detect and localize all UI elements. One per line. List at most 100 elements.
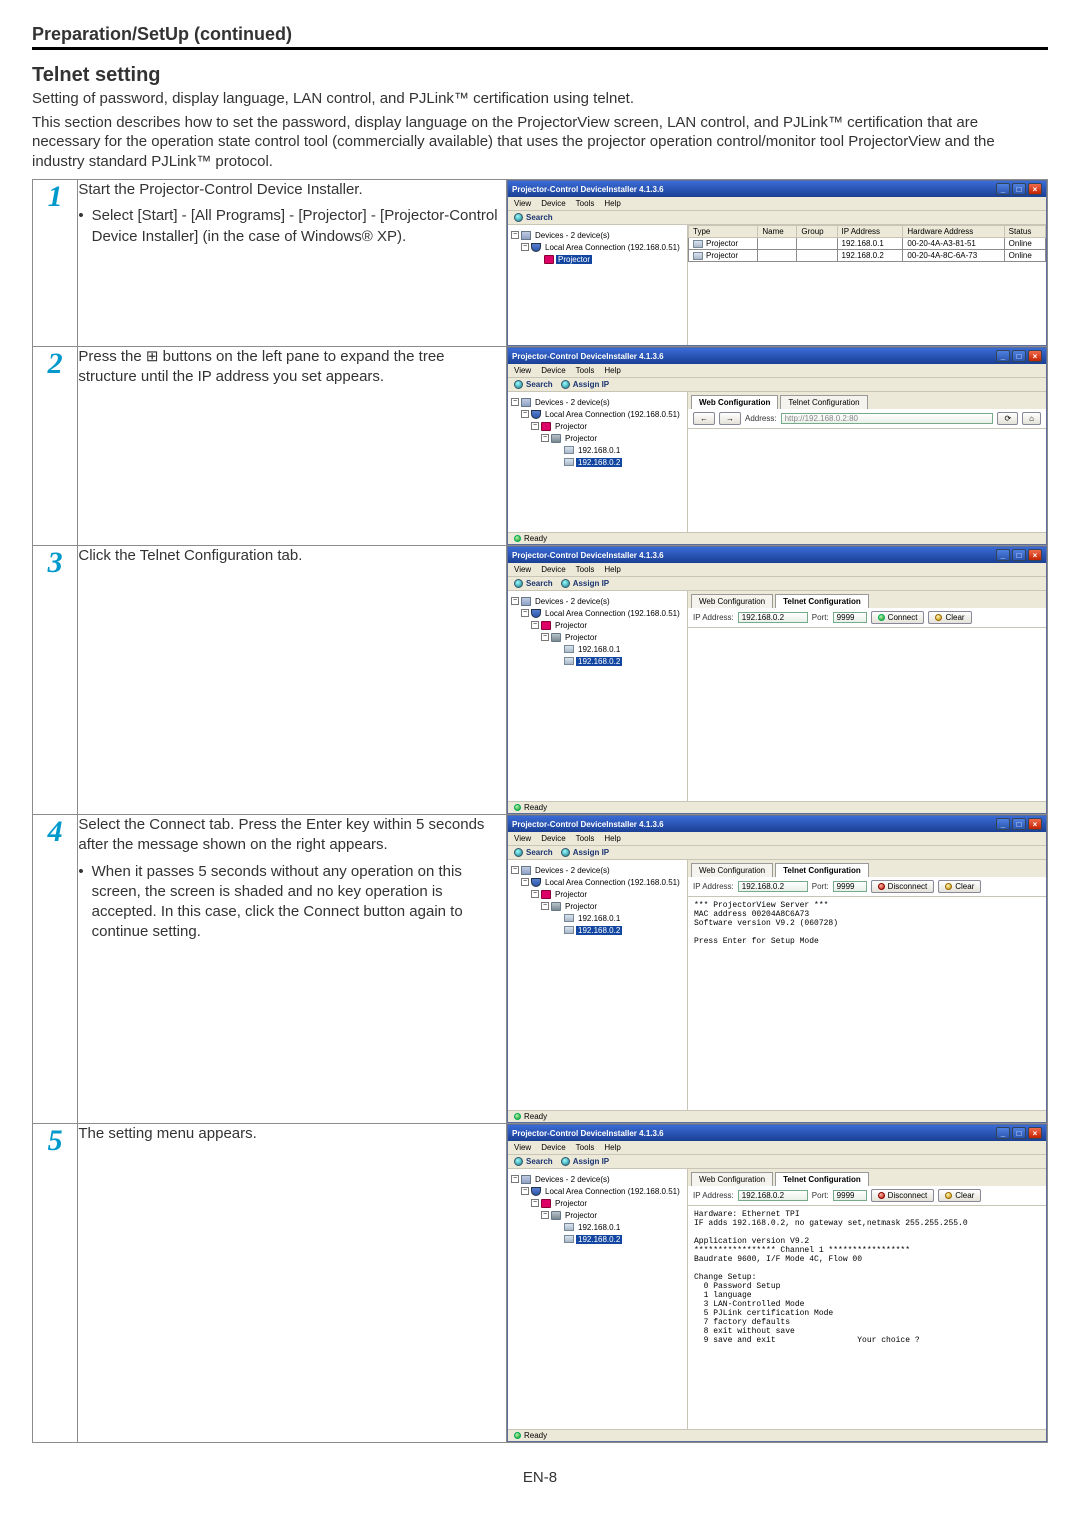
maximize-button[interactable]: □ xyxy=(1012,183,1026,195)
expand-toggle[interactable]: − xyxy=(541,434,549,442)
close-button[interactable]: × xyxy=(1028,549,1042,561)
tree-item[interactable]: −Devices - 2 device(s) xyxy=(511,229,684,241)
tree-pane[interactable]: −Devices - 2 device(s)−Local Area Connec… xyxy=(508,225,688,345)
menu-view[interactable]: View xyxy=(514,1143,531,1152)
tree-pane[interactable]: −Devices - 2 device(s)−Local Area Connec… xyxy=(508,591,688,801)
tree-item[interactable]: −Local Area Connection (192.168.0.51) xyxy=(511,607,684,619)
address-field[interactable]: http://192.168.0.2:80 xyxy=(781,413,994,424)
telnet-console[interactable]: *** ProjectorView Server *** MAC address… xyxy=(688,897,1046,1067)
tree-item[interactable]: 192.168.0.2 xyxy=(511,456,684,468)
menu-view[interactable]: View xyxy=(514,565,531,574)
telnet-console[interactable] xyxy=(688,628,1046,768)
tree-item[interactable]: −Projector xyxy=(511,432,684,444)
tree-item[interactable]: 192.168.0.1 xyxy=(511,912,684,924)
tree-item[interactable]: 192.168.0.2 xyxy=(511,1233,684,1245)
list-header[interactable]: Type xyxy=(689,226,758,238)
menu-tools[interactable]: Tools xyxy=(576,834,595,843)
minimize-button[interactable]: _ xyxy=(996,350,1010,362)
toolbar-assign-ip[interactable]: Assign IP xyxy=(561,848,609,857)
tree-item[interactable]: −Projector xyxy=(511,1197,684,1209)
expand-toggle[interactable]: − xyxy=(511,866,519,874)
home-button[interactable]: ⌂ xyxy=(1022,412,1041,425)
maximize-button[interactable]: □ xyxy=(1012,549,1026,561)
toolbar-search[interactable]: Search xyxy=(514,848,553,857)
list-header[interactable]: Hardware Address xyxy=(903,226,1004,238)
ip-address-field[interactable]: 192.168.0.2 xyxy=(738,612,808,623)
expand-toggle[interactable]: − xyxy=(531,621,539,629)
menu-help[interactable]: Help xyxy=(604,1143,620,1152)
clear-button[interactable]: Clear xyxy=(938,1189,981,1202)
minimize-button[interactable]: _ xyxy=(996,549,1010,561)
tab-telnet-configuration[interactable]: Telnet Configuration xyxy=(780,395,867,409)
menu-tools[interactable]: Tools xyxy=(576,366,595,375)
close-button[interactable]: × xyxy=(1028,818,1042,830)
expand-toggle[interactable]: − xyxy=(541,633,549,641)
menu-view[interactable]: View xyxy=(514,366,531,375)
toolbar-search[interactable]: Search xyxy=(514,380,553,389)
tab-web-configuration[interactable]: Web Configuration xyxy=(691,1172,773,1186)
toolbar-assign-ip[interactable]: Assign IP xyxy=(561,579,609,588)
tree-item[interactable]: 192.168.0.2 xyxy=(511,924,684,936)
tree-pane[interactable]: −Devices - 2 device(s)−Local Area Connec… xyxy=(508,392,688,532)
close-button[interactable]: × xyxy=(1028,350,1042,362)
maximize-button[interactable]: □ xyxy=(1012,818,1026,830)
list-row[interactable]: Projector192.168.0.100-20-4A-A3-81-51Onl… xyxy=(689,238,1046,250)
tree-item[interactable]: 192.168.0.1 xyxy=(511,643,684,655)
menu-device[interactable]: Device xyxy=(541,565,565,574)
tree-pane[interactable]: −Devices - 2 device(s)−Local Area Connec… xyxy=(508,1169,688,1429)
tree-item[interactable]: −Projector xyxy=(511,420,684,432)
expand-toggle[interactable]: − xyxy=(521,410,529,418)
tree-item[interactable]: −Devices - 2 device(s) xyxy=(511,1173,684,1185)
menu-tools[interactable]: Tools xyxy=(576,1143,595,1152)
tree-item[interactable]: −Local Area Connection (192.168.0.51) xyxy=(511,876,684,888)
menu-help[interactable]: Help xyxy=(604,366,620,375)
clear-button[interactable]: Clear xyxy=(938,880,981,893)
expand-toggle[interactable]: − xyxy=(531,422,539,430)
expand-toggle[interactable]: − xyxy=(511,398,519,406)
maximize-button[interactable]: □ xyxy=(1012,1127,1026,1139)
expand-toggle[interactable]: − xyxy=(521,609,529,617)
tab-telnet-configuration[interactable]: Telnet Configuration xyxy=(775,1172,869,1186)
clear-button[interactable]: Clear xyxy=(928,611,971,624)
expand-toggle[interactable]: − xyxy=(521,878,529,886)
menu-tools[interactable]: Tools xyxy=(576,199,595,208)
disconnect-button[interactable]: Disconnect xyxy=(871,880,935,893)
tree-item[interactable]: −Local Area Connection (192.168.0.51) xyxy=(511,241,684,253)
port-field[interactable]: 9999 xyxy=(833,612,867,623)
port-field[interactable]: 9999 xyxy=(833,1190,867,1201)
maximize-button[interactable]: □ xyxy=(1012,350,1026,362)
toolbar-search[interactable]: Search xyxy=(514,579,553,588)
expand-toggle[interactable]: − xyxy=(531,1199,539,1207)
tab-web-configuration[interactable]: Web Configuration xyxy=(691,395,778,409)
expand-toggle[interactable]: − xyxy=(541,1211,549,1219)
minimize-button[interactable]: _ xyxy=(996,818,1010,830)
tree-item[interactable]: −Projector xyxy=(511,900,684,912)
minimize-button[interactable]: _ xyxy=(996,183,1010,195)
expand-toggle[interactable]: − xyxy=(521,243,529,251)
telnet-console[interactable]: Hardware: Ethernet TPI IF adds 192.168.0… xyxy=(688,1206,1046,1396)
tree-item[interactable]: −Projector xyxy=(511,619,684,631)
toolbar-search[interactable]: Search xyxy=(514,1157,553,1166)
expand-toggle[interactable]: − xyxy=(511,597,519,605)
menu-device[interactable]: Device xyxy=(541,366,565,375)
expand-toggle[interactable]: − xyxy=(511,1175,519,1183)
tree-item[interactable]: −Local Area Connection (192.168.0.51) xyxy=(511,1185,684,1197)
port-field[interactable]: 9999 xyxy=(833,881,867,892)
tab-web-configuration[interactable]: Web Configuration xyxy=(691,594,773,608)
menu-tools[interactable]: Tools xyxy=(576,565,595,574)
tree-item[interactable]: −Devices - 2 device(s) xyxy=(511,864,684,876)
list-header[interactable]: Status xyxy=(1004,226,1045,238)
menu-help[interactable]: Help xyxy=(604,834,620,843)
disconnect-button[interactable]: Disconnect xyxy=(871,1189,935,1202)
list-header[interactable]: IP Address xyxy=(837,226,903,238)
list-row[interactable]: Projector192.168.0.200-20-4A-8C-6A-73Onl… xyxy=(689,250,1046,262)
list-header[interactable]: Group xyxy=(797,226,837,238)
toolbar-assign-ip[interactable]: Assign IP xyxy=(561,1157,609,1166)
tree-item[interactable]: −Projector xyxy=(511,888,684,900)
tree-item[interactable]: 192.168.0.1 xyxy=(511,1221,684,1233)
menu-help[interactable]: Help xyxy=(604,565,620,574)
expand-toggle[interactable]: − xyxy=(521,1187,529,1195)
tree-item[interactable]: −Local Area Connection (192.168.0.51) xyxy=(511,408,684,420)
menu-view[interactable]: View xyxy=(514,834,531,843)
tab-telnet-configuration[interactable]: Telnet Configuration xyxy=(775,863,869,877)
